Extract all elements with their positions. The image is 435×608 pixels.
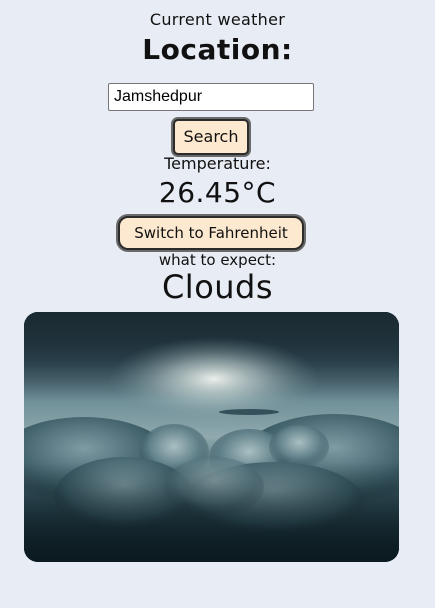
clouds-weather-image [24,312,399,562]
what-to-expect-label: what to expect: [158,251,277,269]
switch-to-fahrenheit-button[interactable]: Switch to Fahrenheit [118,216,304,250]
temperature-value: 26.45°C [158,176,277,209]
temperature-label: Temperature: [164,154,271,173]
location-heading: Location: [142,33,293,66]
weather-app: Current weather Location: Search Tempera… [0,0,435,608]
current-weather-subtitle: Current weather [149,10,286,29]
weather-description: Clouds [161,268,274,306]
search-button[interactable]: Search [173,119,249,155]
location-search-input[interactable] [108,83,314,111]
